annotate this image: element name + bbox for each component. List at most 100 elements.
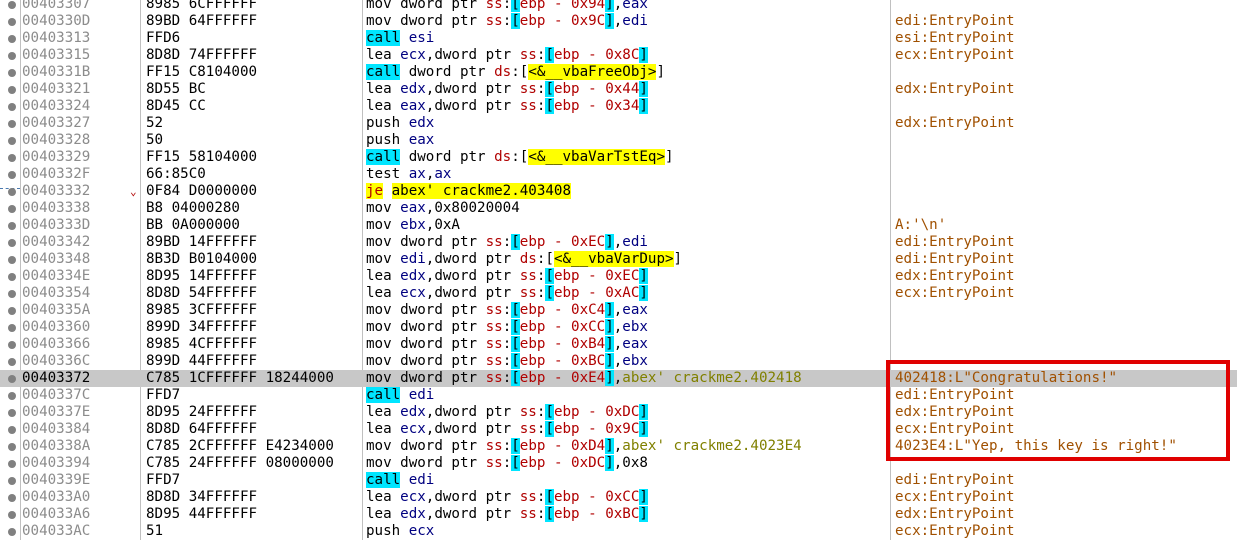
breakpoint-dot-icon[interactable] [8,290,16,298]
disassembly-row[interactable]: 0040335A 8985 3CFFFFFF mov dword ptr ss:[e… [0,302,1237,319]
disassembly-row[interactable]: 00403366 8985 4CFFFFFF mov dword ptr ss:[e… [0,336,1237,353]
breakpoint-dot-icon[interactable] [8,69,16,77]
instruction-token: :[ [511,64,529,80]
instruction-cell: mov dword ptr ss:[ebp - 0xBC],ebx [366,353,648,370]
breakpoint-dot-icon[interactable] [8,324,16,332]
instruction-token: edi [408,472,435,488]
disassembly-row[interactable]: 0040333D BB 0A000000 mov ebx,0xA A:'\n' [0,217,1237,234]
disassembly-row[interactable]: 0040336C 899D 44FFFFFF mov dword ptr ss:[e… [0,353,1237,370]
instruction-token: :[ [511,149,529,165]
breakpoint-dot-icon[interactable] [8,477,16,485]
disassembly-row[interactable]: 0040331B FF15 C8104000 call dword ptr ds:[… [0,64,1237,81]
breakpoint-dot-icon[interactable] [8,273,16,281]
disassembly-row[interactable]: 004033A0 8D8D 34FFFFFF lea ecx,dword ptr s… [0,489,1237,506]
instruction-token: ebp - 0xEC [553,268,640,284]
disassembly-row[interactable]: 00403327 52 push edx edx:EntryPoint [0,115,1237,132]
instruction-token: : [502,336,512,352]
instruction-token: ] [639,489,648,505]
disassembly-view[interactable]: 00403307 8985 6CFFFFFF mov dword ptr ss:[e… [0,0,1237,540]
bytes-cell: 899D 44FFFFFF [146,353,258,369]
breakpoint-dot-icon[interactable] [8,443,16,451]
disassembly-row[interactable]: 00403354 8D8D 54FFFFFF lea ecx,dword ptr s… [0,285,1237,302]
disassembly-row[interactable]: 00403321 8D55 BC lea edx,dword ptr ss:[ebp… [0,81,1237,98]
breakpoint-dot-icon[interactable] [8,341,16,349]
bytes-cell: BB 0A000000 [146,217,240,233]
disassembly-row[interactable]: 0040330D 89BD 64FFFFFF mov dword ptr ss:[e… [0,13,1237,30]
breakpoint-dot-icon[interactable] [8,528,16,536]
breakpoint-dot-icon[interactable] [8,154,16,162]
breakpoint-dot-icon[interactable] [8,239,16,247]
disassembly-row[interactable]: 0040337E 8D95 24FFFFFF lea edx,dword ptr s… [0,404,1237,421]
disassembly-row[interactable]: 00403384 8D8D 64FFFFFF lea ecx,dword ptr s… [0,421,1237,438]
instruction-token: ebp - 0xCC [553,489,640,505]
instruction-token: edi [622,234,648,250]
disassembly-row[interactable]: 00403332 ⌄ 0F84 D0000000 je abex' crackme2.… [0,183,1237,200]
breakpoint-dot-icon[interactable] [8,171,16,179]
instruction-cell: lea edx,dword ptr ss:[ebp - 0x44] [366,81,648,98]
instruction-token: ] [605,370,614,386]
breakpoint-dot-icon[interactable] [8,35,16,43]
instruction-token: [ [511,336,520,352]
breakpoint-dot-icon[interactable] [8,137,16,145]
address-cell: 00403307 [22,0,91,12]
disassembly-row[interactable]: 004033AC 51 push ecx ecx:EntryPoint [0,523,1237,540]
breakpoint-dot-icon[interactable] [8,256,16,264]
disassembly-row[interactable]: 00403315 8D8D 74FFFFFF lea ecx,dword ptr s… [0,47,1237,64]
instruction-cell: mov edi,dword ptr ds:[<&__vbaVarDup>] [366,251,682,268]
disassembly-row[interactable]: 0040337C FFD7 call edi edi:EntryPoint [0,387,1237,404]
disassembly-row[interactable]: 00403360 899D 34FFFFFF mov dword ptr ss:[e… [0,319,1237,336]
instruction-cell: lea ecx,dword ptr ss:[ebp - 0x8C] [366,47,648,64]
breakpoint-dot-icon[interactable] [8,511,16,519]
disassembly-row[interactable]: 00403313 FFD6 call esi esi:EntryPoint [0,30,1237,47]
disassembly-row[interactable]: 0040339E FFD7 call edi edi:EntryPoint [0,472,1237,489]
disassembly-row[interactable]: 00403329 FF15 58104000 call dword ptr ds:[… [0,149,1237,166]
instruction-token: edi [400,251,426,267]
disassembly-row[interactable]: 00403372 C785 1CFFFFFF 18244000 mov dword … [0,370,1237,387]
disassembly-row[interactable]: 00403394 C785 24FFFFFF 08000000 mov dword … [0,455,1237,472]
instruction-token: ss [485,370,503,386]
disassembly-row[interactable]: 00403348 8B3D B0104000 mov edi,dword ptr d… [0,251,1237,268]
instruction-token: ,dword ptr [425,421,520,437]
breakpoint-dot-icon[interactable] [8,1,16,9]
disassembly-row[interactable]: 0040334E 8D95 14FFFFFF lea edx,dword ptr s… [0,268,1237,285]
breakpoint-dot-icon[interactable] [8,307,16,315]
disassembly-row[interactable]: 004033A6 8D95 44FFFFFF lea edx,dword ptr s… [0,506,1237,523]
instruction-token: dword ptr [400,13,486,29]
breakpoint-dot-icon[interactable] [8,120,16,128]
disassembly-row[interactable]: 00403328 50 push eax [0,132,1237,149]
breakpoint-dot-icon[interactable] [8,222,16,230]
instruction-cell: mov dword ptr ss:[ebp - 0x9C],edi [366,13,648,30]
disassembly-row[interactable]: 0040332F 66:85C0 test ax,ax [0,166,1237,183]
breakpoint-dot-icon[interactable] [8,392,16,400]
instruction-token: : [502,302,512,318]
breakpoint-dot-icon[interactable] [8,409,16,417]
disassembly-row[interactable]: 00403342 89BD 14FFFFFF mov dword ptr ss:[e… [0,234,1237,251]
breakpoint-dot-icon[interactable] [8,375,16,383]
instruction-token: ecx [400,285,426,301]
breakpoint-dot-icon[interactable] [8,103,16,111]
disassembly-row[interactable]: 0040338A C785 2CFFFFFF E4234000 mov dword … [0,438,1237,455]
breakpoint-dot-icon[interactable] [8,358,16,366]
breakpoint-dot-icon[interactable] [8,86,16,94]
breakpoint-dot-icon[interactable] [8,426,16,434]
instruction-token: lea [366,404,401,420]
instruction-token: test [366,166,409,182]
instruction-token: , [613,336,623,352]
instruction-token: lea [366,268,401,284]
breakpoint-dot-icon[interactable] [8,18,16,26]
instruction-token: ] [605,455,614,471]
instruction-cell: call esi [366,30,434,47]
breakpoint-dot-icon[interactable] [8,205,16,213]
disassembly-row[interactable]: 00403307 8985 6CFFFFFF mov dword ptr ss:[e… [0,0,1237,13]
disassembly-row[interactable]: 00403324 8D45 CC lea eax,dword ptr ss:[ebp… [0,98,1237,115]
instruction-cell: call edi [366,472,434,489]
instruction-token: dword ptr [400,302,486,318]
instruction-token: ebp - 0xDC [553,404,640,420]
instruction-token: mov [366,200,401,216]
breakpoint-dot-icon[interactable] [8,188,16,196]
breakpoint-dot-icon[interactable] [8,52,16,60]
breakpoint-dot-icon[interactable] [8,494,16,502]
bytes-cell: 8985 3CFFFFFF [146,302,258,318]
disassembly-row[interactable]: 00403338 B8 04000280 mov eax,0x80020004 [0,200,1237,217]
breakpoint-dot-icon[interactable] [8,460,16,468]
